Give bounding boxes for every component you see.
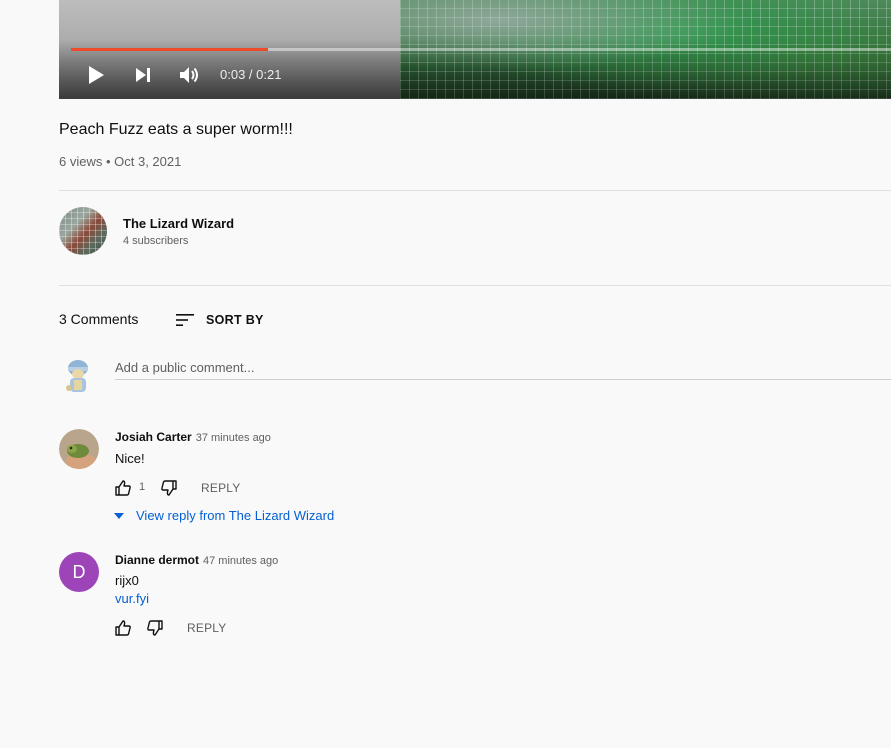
comment-author-name[interactable]: Josiah Carter — [115, 430, 192, 444]
video-title: Peach Fuzz eats a super worm!!! — [59, 121, 293, 138]
sort-by-button[interactable]: SORT BY — [176, 310, 264, 330]
avatar-letter: D — [72, 561, 86, 582]
volume-button[interactable] — [178, 64, 202, 86]
next-button[interactable] — [133, 65, 153, 85]
divider — [59, 190, 891, 191]
volume-icon — [180, 67, 198, 83]
comment-avatar[interactable] — [59, 429, 99, 469]
sort-icon — [176, 314, 194, 326]
thumbs-down-icon — [147, 620, 163, 636]
dislike-button[interactable] — [146, 619, 164, 637]
comment-author-name[interactable]: Dianne dermot — [115, 553, 199, 567]
comment-text: rijx0 — [115, 573, 139, 588]
comment-avatar[interactable]: D — [59, 552, 99, 592]
play-button[interactable] — [85, 64, 107, 86]
view-replies-button[interactable]: View reply from The Lizard Wizard — [113, 508, 334, 523]
comment-input[interactable] — [115, 355, 891, 380]
dislike-button[interactable] — [160, 479, 178, 497]
comment-avatar-photo — [59, 429, 99, 469]
reply-button[interactable]: REPLY — [187, 621, 226, 635]
video-meta: 6 views • Oct 3, 2021 — [59, 154, 182, 169]
reply-button[interactable]: REPLY — [201, 481, 240, 495]
thumbs-up-icon — [115, 480, 131, 496]
user-avatar[interactable] — [59, 355, 99, 395]
user-avatar-illustration — [59, 355, 99, 395]
thumbs-up-icon — [115, 620, 131, 636]
progress-bar-fill — [71, 48, 268, 51]
subscriber-count: 4 subscribers — [123, 235, 189, 247]
divider — [59, 285, 891, 286]
caret-down-icon — [114, 512, 124, 519]
next-icon — [136, 68, 150, 82]
like-button[interactable] — [114, 479, 132, 497]
view-replies-label: View reply from The Lizard Wizard — [136, 508, 335, 523]
comment-author[interactable]: Josiah Carter 37 minutes ago — [115, 430, 271, 444]
comment-author[interactable]: Dianne dermot 47 minutes ago — [115, 553, 278, 567]
comment-text: Nice! — [115, 451, 145, 466]
video-player[interactable]: 0:03 / 0:21 — [59, 0, 891, 99]
channel-avatar[interactable] — [59, 207, 107, 255]
time-display: 0:03 / 0:21 — [220, 67, 282, 82]
thumbs-down-icon — [161, 480, 177, 496]
play-icon — [89, 66, 104, 84]
sort-by-label: SORT BY — [206, 313, 264, 327]
comment-link[interactable]: vur.fyi — [115, 591, 149, 606]
like-count: 1 — [139, 481, 146, 493]
comment-timestamp[interactable]: 47 minutes ago — [203, 555, 278, 567]
progress-bar[interactable] — [71, 48, 891, 51]
like-button[interactable] — [114, 619, 132, 637]
channel-name[interactable]: The Lizard Wizard — [123, 216, 234, 231]
comment-timestamp[interactable]: 37 minutes ago — [196, 432, 271, 444]
comments-count: 3 Comments — [59, 311, 139, 327]
